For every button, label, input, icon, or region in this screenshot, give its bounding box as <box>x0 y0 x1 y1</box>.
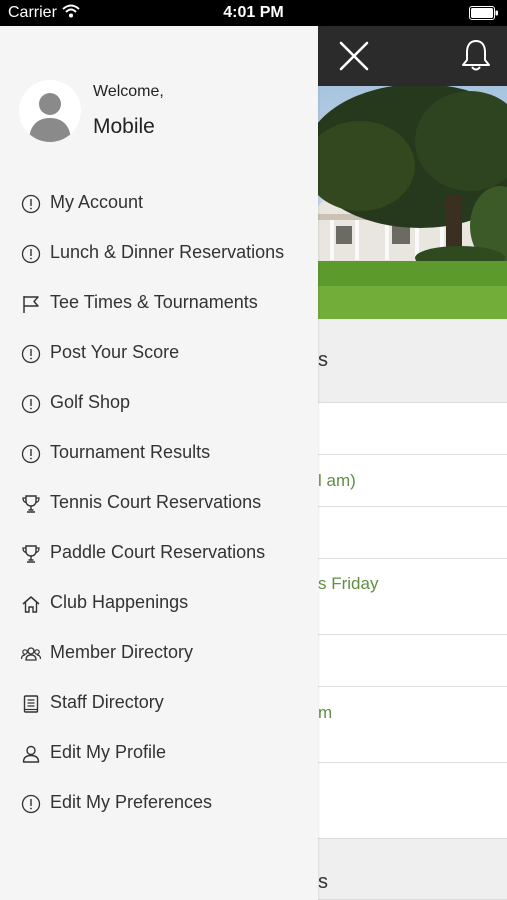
menu-item-label: My Account <box>50 192 144 212</box>
user-icon <box>21 744 41 764</box>
welcome-label: Welcome, <box>93 83 164 100</box>
status-time: 4:01 PM <box>223 4 284 21</box>
menu-item-edit-my-preferences[interactable]: Edit My Preferences <box>0 782 318 826</box>
menu-item-paddle-court-reservations[interactable]: Paddle Court Reservations <box>0 532 318 576</box>
list-item-text: m <box>318 703 333 722</box>
menu-item-label: Edit My Profile <box>50 742 167 762</box>
menu-item-edit-my-profile[interactable]: Edit My Profile <box>0 732 318 776</box>
section-header-text: s <box>318 871 328 893</box>
close-icon[interactable] <box>338 40 370 77</box>
menu-item-staff-directory[interactable]: Staff Directory <box>0 682 318 726</box>
info-circle-icon <box>21 244 41 264</box>
trophy-icon <box>21 544 41 564</box>
menu-item-tennis-court-reservations[interactable]: Tennis Court Reservations <box>0 482 318 526</box>
menu-item-member-directory[interactable]: Member Directory <box>0 632 318 676</box>
menu-item-post-your-score[interactable]: Post Your Score <box>0 332 318 376</box>
info-circle-icon <box>21 194 41 214</box>
home-icon <box>21 594 41 614</box>
avatar[interactable] <box>19 80 81 142</box>
menu-item-label: Tee Times & Tournaments <box>50 292 258 312</box>
section-header-text: s <box>318 349 328 371</box>
status-bar: Carrier 4:01 PM <box>0 0 507 26</box>
group-icon <box>20 644 42 664</box>
book-icon <box>21 694 41 714</box>
menu-item-label: Tournament Results <box>50 442 211 462</box>
menu-item-label: Club Happenings <box>50 592 189 612</box>
list-item-text: l am) <box>318 471 356 490</box>
user-name: Mobile <box>93 115 155 138</box>
menu-item-label: Lunch & Dinner Reservations <box>50 242 285 262</box>
battery-icon <box>469 6 499 25</box>
info-circle-icon <box>21 794 41 814</box>
menu-item-label: Edit My Preferences <box>50 792 213 812</box>
menu-item-tournament-results[interactable]: Tournament Results <box>0 432 318 476</box>
info-circle-icon <box>21 444 41 464</box>
flag-icon <box>21 294 41 314</box>
menu-item-tee-times-tournaments[interactable]: Tee Times & Tournaments <box>0 282 318 326</box>
list-item-text: s Friday <box>318 574 379 593</box>
side-drawer: Welcome, Mobile My Account Lunch & Dinne… <box>0 26 318 900</box>
menu-item-label: Golf Shop <box>50 392 131 412</box>
info-circle-icon <box>21 394 41 414</box>
menu-item-my-account[interactable]: My Account <box>0 182 318 226</box>
info-circle-icon <box>21 344 41 364</box>
bell-icon[interactable] <box>460 38 492 77</box>
menu-item-label: Paddle Court Reservations <box>50 542 266 562</box>
menu-item-club-happenings[interactable]: Club Happenings <box>0 582 318 626</box>
menu-item-label: Member Directory <box>50 642 194 662</box>
trophy-icon <box>21 494 41 514</box>
menu-item-label: Tennis Court Reservations <box>50 492 262 512</box>
menu-item-label: Staff Directory <box>50 692 164 712</box>
menu-item-lunch-dinner-reservations[interactable]: Lunch & Dinner Reservations <box>0 232 318 276</box>
menu-item-golf-shop[interactable]: Golf Shop <box>0 382 318 426</box>
menu-item-label: Post Your Score <box>50 342 180 362</box>
